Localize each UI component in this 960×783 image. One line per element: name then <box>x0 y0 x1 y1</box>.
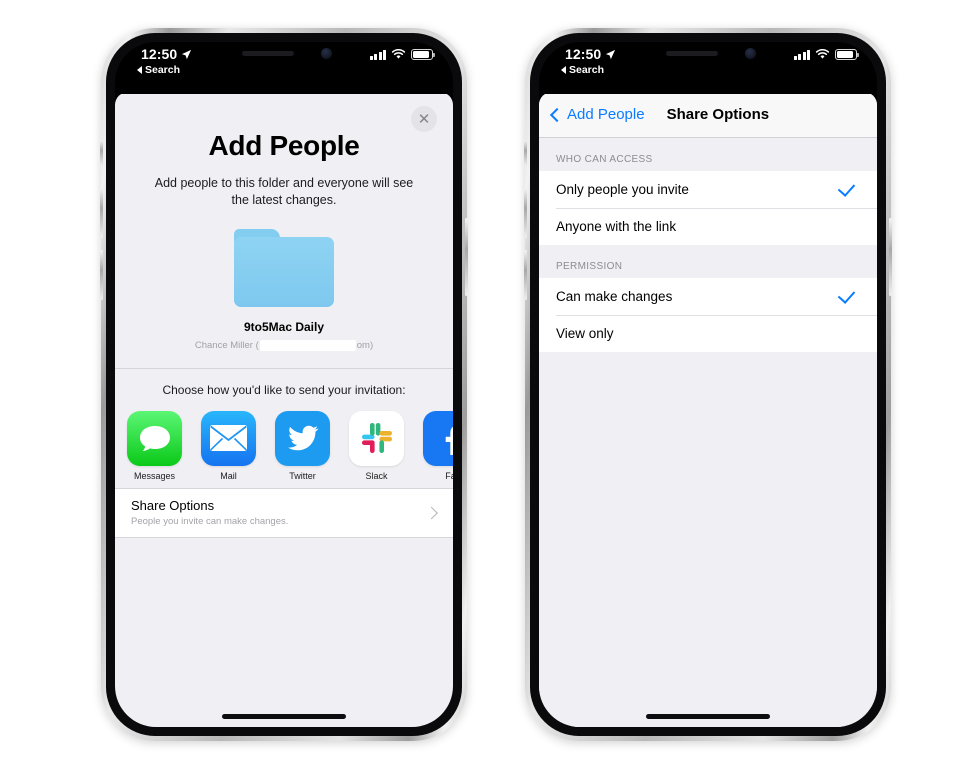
front-camera-icon <box>321 48 332 59</box>
home-indicator[interactable] <box>646 714 770 719</box>
section-header-permission: PERMISSION <box>556 261 623 272</box>
back-triangle-icon <box>561 66 566 74</box>
status-time: 12:50 <box>141 46 192 62</box>
battery-icon <box>835 49 859 60</box>
facebook-app-icon <box>423 410 453 466</box>
invite-prompt: Choose how you'd like to send your invit… <box>162 382 406 397</box>
share-app-label: Fa <box>445 470 453 481</box>
option-view-only[interactable]: View only <box>539 315 877 352</box>
folder-name: 9to5Mac Daily <box>243 319 325 334</box>
status-time: 12:50 <box>565 46 616 62</box>
volume-down-button[interactable] <box>524 250 527 300</box>
share-app-facebook[interactable]: Fa <box>423 410 453 481</box>
volume-down-button[interactable] <box>100 250 103 300</box>
close-icon[interactable]: ✕ <box>411 106 437 132</box>
option-label: Only people you invite <box>556 182 689 197</box>
volume-up-button[interactable] <box>100 188 103 238</box>
back-app-label: Search <box>569 64 605 76</box>
owner-prefix: Chance Miller ( <box>194 339 259 351</box>
earpiece-speaker <box>666 51 718 56</box>
share-app-twitter[interactable]: Twitter <box>275 410 330 481</box>
option-label: Anyone with the link <box>556 219 677 234</box>
folder-body <box>234 236 334 307</box>
notch <box>208 42 360 69</box>
back-button[interactable]: Add People <box>549 106 645 123</box>
mail-app-icon <box>201 410 256 466</box>
back-button-label: Add People <box>567 106 645 123</box>
folder-preview: 9to5Mac Daily Chance Miller ( om) <box>115 228 453 351</box>
navigation-bar: Add People Share Options <box>539 92 877 138</box>
messages-app-icon <box>127 410 182 466</box>
status-time-label: 12:50 <box>565 46 602 62</box>
option-label: View only <box>556 326 614 341</box>
share-app-row: Messages Mail Twitter Slack F <box>115 410 453 481</box>
owner-suffix: om) <box>356 339 374 351</box>
add-people-sheet: ✕ Add People Add people to this folder a… <box>115 92 453 727</box>
status-indicators <box>793 49 859 60</box>
cellular-signal-icon <box>369 49 386 60</box>
phone-screen-left: 12:50 Search ✕ Add People Add people to … <box>115 42 453 727</box>
share-options-subtitle: People you invite can make changes. <box>131 516 289 527</box>
folder-icon <box>234 228 334 307</box>
option-label: Can make changes <box>556 289 673 304</box>
chevron-left-icon <box>549 107 565 122</box>
status-indicators <box>369 49 435 60</box>
status-bar-left: 12:50 Search <box>115 42 453 94</box>
slack-app-icon <box>349 410 404 466</box>
silence-switch[interactable] <box>100 140 103 166</box>
page-title: Share Options <box>666 106 770 123</box>
share-app-label: Messages <box>133 470 176 481</box>
back-triangle-icon <box>137 66 142 74</box>
option-anyone-with-the-link[interactable]: Anyone with the link <box>539 208 877 245</box>
redacted-email <box>259 339 356 351</box>
share-app-label: Mail <box>220 470 237 481</box>
iphone-right: 12:50 Search Add People Share Options WH… <box>524 28 892 741</box>
home-indicator[interactable] <box>222 714 346 719</box>
folder-owner: Chance Miller ( om) <box>115 339 453 351</box>
phone-bezel: 12:50 Search <box>106 33 462 736</box>
power-button[interactable] <box>889 218 892 296</box>
page-subtitle: Add people to this folder and everyone w… <box>154 176 414 207</box>
status-time-label: 12:50 <box>141 46 178 62</box>
section-divider <box>115 367 453 369</box>
back-to-search-button[interactable]: Search <box>561 64 604 76</box>
checkmark-icon <box>837 286 856 304</box>
share-app-mail[interactable]: Mail <box>201 410 256 481</box>
checkmark-icon <box>837 179 856 197</box>
share-app-slack[interactable]: Slack <box>349 410 404 481</box>
battery-icon <box>411 49 435 60</box>
settings-list: WHO CAN ACCESS Only people you invite An… <box>539 138 877 727</box>
front-camera-icon <box>745 48 756 59</box>
phone-screen-right: 12:50 Search Add People Share Options WH… <box>539 42 877 727</box>
share-app-label: Slack <box>365 470 388 481</box>
back-to-search-button[interactable]: Search <box>137 64 180 76</box>
status-bar-right: 12:50 Search <box>539 42 877 94</box>
wifi-icon <box>391 49 406 59</box>
option-only-people-you-invite[interactable]: Only people you invite <box>539 171 877 208</box>
notch <box>632 42 784 69</box>
section-header-who-can-access: WHO CAN ACCESS <box>556 154 653 165</box>
silence-switch[interactable] <box>524 140 527 166</box>
phone-bezel: 12:50 Search <box>530 33 886 736</box>
twitter-app-icon <box>275 410 330 466</box>
earpiece-speaker <box>242 51 294 56</box>
option-can-make-changes[interactable]: Can make changes <box>539 278 877 315</box>
share-app-messages[interactable]: Messages <box>127 410 182 481</box>
share-options-sheet: Add People Share Options WHO CAN ACCESS … <box>539 92 877 727</box>
wifi-icon <box>815 49 830 59</box>
location-arrow-icon <box>182 49 192 59</box>
power-button[interactable] <box>465 218 468 296</box>
location-arrow-icon <box>606 49 616 59</box>
page-title: Add People <box>208 130 360 161</box>
share-options-title: Share Options <box>131 498 215 513</box>
iphone-left: 12:50 Search ✕ Add People Add people to … <box>100 28 468 741</box>
back-app-label: Search <box>145 64 181 76</box>
volume-up-button[interactable] <box>524 188 527 238</box>
share-options-row[interactable]: Share Options People you invite can make… <box>115 488 453 538</box>
cellular-signal-icon <box>793 49 810 60</box>
share-app-label: Twitter <box>289 470 316 481</box>
